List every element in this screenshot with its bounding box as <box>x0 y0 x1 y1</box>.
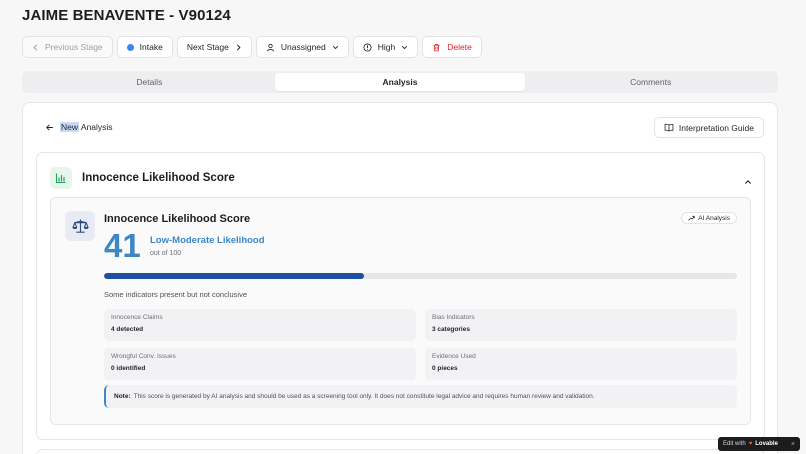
analysis-panel: New Analysis Interpretation Guide Innoce… <box>22 102 778 454</box>
next-stage-label: Next Stage <box>186 42 229 52</box>
case-toolbar: Previous Stage Intake Next Stage Unassig… <box>22 36 482 58</box>
stat-bias-indicators: Bias Indicators 3 categories <box>425 309 737 341</box>
chevron-left-icon <box>32 44 39 51</box>
stat-evidence-used: Evidence Used 0 pieces <box>425 348 737 380</box>
trash-icon <box>432 43 441 52</box>
alert-circle-icon <box>363 42 372 52</box>
stat-label: Innocence Claims <box>111 314 163 321</box>
ai-analysis-badge: AI Analysis <box>681 212 737 224</box>
case-tabs: Details Analysis Comments <box>22 71 778 93</box>
stage-label: Intake <box>139 42 163 52</box>
stat-wrongful-conviction-issues: Wrongful Conv. Issues 0 identified <box>104 348 416 380</box>
badge-brand: Lovable <box>755 441 778 447</box>
stage-badge[interactable]: Intake <box>116 36 173 58</box>
scale-icon <box>65 211 95 241</box>
interpretation-guide-button[interactable]: Interpretation Guide <box>653 117 764 138</box>
book-open-icon <box>664 123 674 132</box>
likelihood-label: Low-Moderate Likelihood <box>150 235 265 246</box>
tab-comments[interactable]: Comments <box>525 73 776 91</box>
score-card: Innocence Likelihood Score AI Analysis 4… <box>50 197 751 425</box>
section-header[interactable]: Innocence Likelihood Score <box>50 167 235 189</box>
chevron-right-icon <box>235 44 242 51</box>
note-label: Note: <box>114 393 131 400</box>
arrow-left-icon <box>45 123 54 132</box>
chevron-down-icon <box>401 44 408 51</box>
priority-select[interactable]: High <box>352 36 419 58</box>
bar-chart-icon <box>50 167 72 189</box>
tab-analysis[interactable]: Analysis <box>274 73 526 91</box>
innocence-score-section: Innocence Likelihood Score Innocence Lik… <box>36 152 765 440</box>
previous-stage-button[interactable]: Previous Stage <box>22 36 113 58</box>
score-scale-label: out of 100 <box>150 250 182 257</box>
badge-prefix: Edit with <box>723 441 746 447</box>
chevron-up-icon[interactable] <box>744 173 752 191</box>
trending-up-icon <box>688 215 695 221</box>
priority-label: High <box>377 42 396 52</box>
ai-analysis-label: AI Analysis <box>698 214 730 222</box>
stat-value: 0 pieces <box>432 365 458 372</box>
tab-details[interactable]: Details <box>24 73 275 91</box>
delete-label: Delete <box>447 42 472 52</box>
score-progress-fill <box>104 273 364 279</box>
next-stage-button[interactable]: Next Stage <box>176 36 252 58</box>
score-summary: Some indicators present but not conclusi… <box>104 290 247 299</box>
stage-status-dot <box>126 43 134 51</box>
interpretation-guide-label: Interpretation Guide <box>678 122 754 133</box>
page-title: JAIME BENAVENTE - V90124 <box>22 7 231 24</box>
assignee-select[interactable]: Unassigned <box>255 36 349 58</box>
note-text: This score is generated by AI analysis a… <box>133 393 595 400</box>
new-analysis-label-highlight: New <box>60 122 80 132</box>
stat-label: Evidence Used <box>432 353 476 360</box>
score-progress-bar <box>104 273 737 279</box>
new-analysis-link[interactable]: New Analysis <box>45 122 113 132</box>
score-card-title: Innocence Likelihood Score <box>104 213 251 225</box>
disclaimer-note: Note: This score is generated by AI anal… <box>104 385 737 408</box>
previous-stage-label: Previous Stage <box>45 42 103 52</box>
edit-with-lovable-badge[interactable]: Edit with ♥ Lovable × <box>718 437 800 451</box>
next-section-card <box>36 449 765 454</box>
chevron-down-icon <box>332 44 339 51</box>
close-icon[interactable]: × <box>791 441 795 448</box>
user-icon <box>266 43 275 52</box>
stat-value: 0 identified <box>111 365 146 372</box>
lovable-logo-icon: ♥ <box>748 441 753 447</box>
new-analysis-label: Analysis <box>79 122 113 132</box>
stat-innocence-claims: Innocence Claims 4 detected <box>104 309 416 341</box>
assignee-label: Unassigned <box>280 42 326 52</box>
stat-value: 4 detected <box>111 326 144 333</box>
stat-label: Bias Indicators <box>432 314 475 321</box>
section-title: Innocence Likelihood Score <box>82 172 235 184</box>
delete-button[interactable]: Delete <box>422 36 482 58</box>
stat-label: Wrongful Conv. Issues <box>111 353 176 360</box>
score-value: 41 <box>104 227 141 264</box>
stat-value: 3 categories <box>432 326 470 333</box>
